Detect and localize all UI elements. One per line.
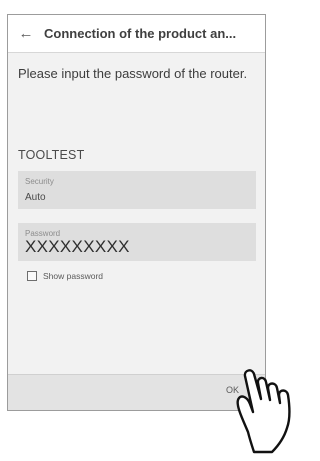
page-title: Connection of the product an... [44,26,237,41]
show-password-toggle[interactable]: Show password [27,271,103,281]
password-value: XXXXXXXXX [25,237,130,256]
content-area: Please input the password of the router.… [8,53,265,374]
app-bar: ← Connection of the product an... [8,15,265,53]
show-password-label: Show password [43,271,104,281]
security-dropdown[interactable]: Security Auto [18,171,256,209]
network-name: TOOLTEST [18,148,85,162]
security-value: Auto [25,192,46,203]
back-button[interactable]: ← [8,15,44,52]
arrow-left-icon: ← [18,25,34,42]
bottom-bar: OK [8,374,265,410]
phone-screen: ← Connection of the product an... Please… [7,14,266,411]
show-password-checkbox[interactable] [27,271,37,281]
security-label: Security [25,177,54,186]
pointing-hand-icon [236,369,291,454]
instruction-text: Please input the password of the router. [18,66,248,81]
password-field[interactable]: Password XXXXXXXXX [18,223,256,261]
